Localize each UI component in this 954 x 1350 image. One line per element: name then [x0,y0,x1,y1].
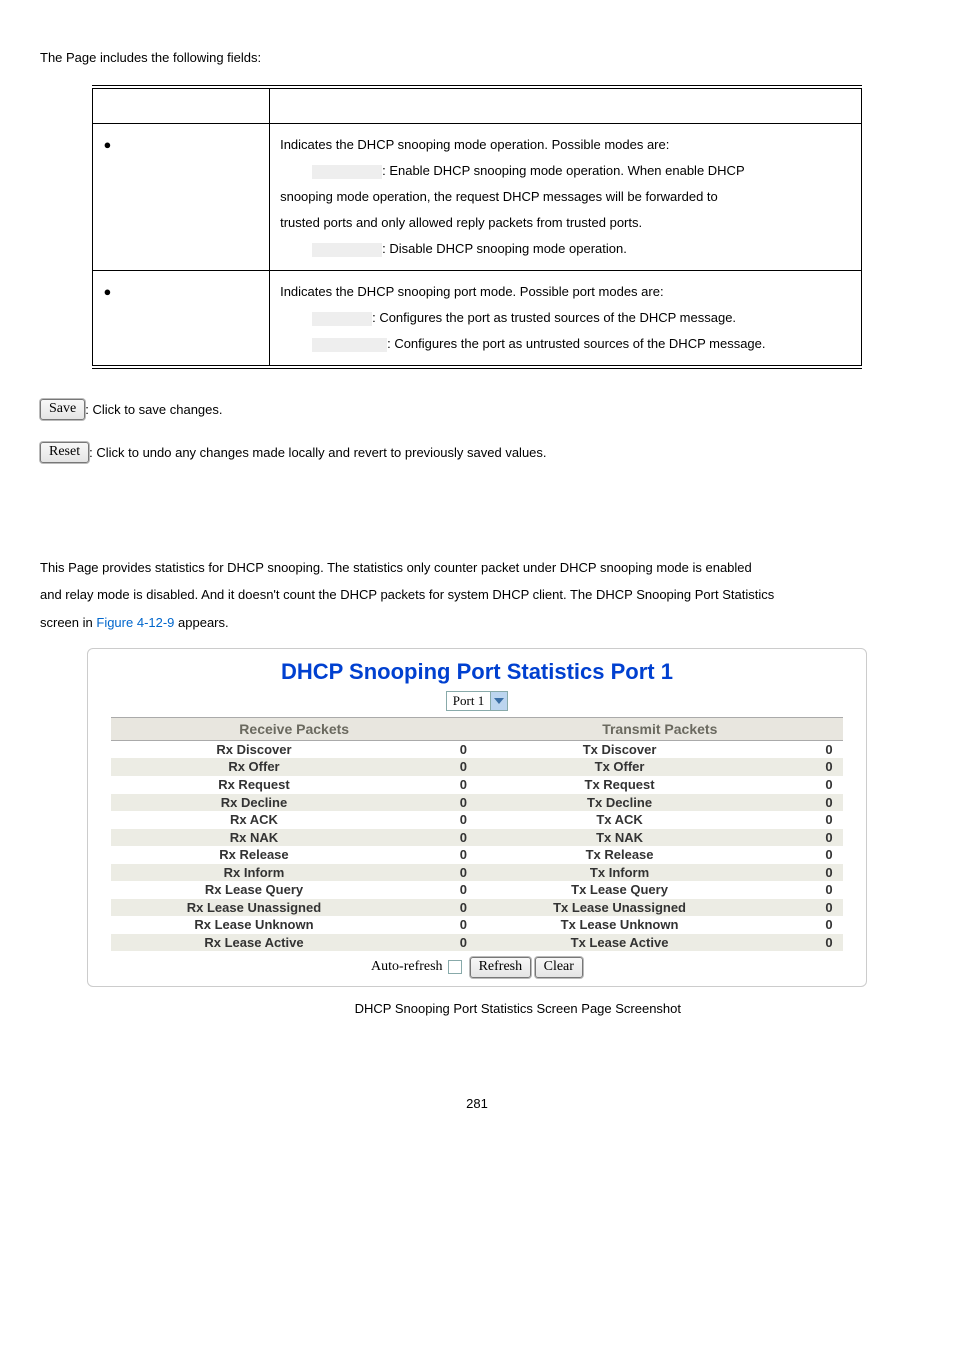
tx-value: 0 [762,794,842,812]
tx-label: Tx Inform [477,864,762,882]
stats-panel: DHCP Snooping Port Statistics Port 1 Por… [87,648,867,988]
field-object-port-mode: ●Port Mode [93,271,270,368]
table-row: Rx ACK0Tx ACK0 [111,811,842,829]
rx-value: 0 [397,829,477,847]
rx-value: 0 [397,916,477,934]
rx-label: Rx Decline [111,794,396,812]
figure-caption: Figure 4-12-9 DHCP Snooping Port Statist… [40,1001,914,1016]
table-row: Rx Release0Tx Release0 [111,846,842,864]
rx-label: Rx ACK [111,811,396,829]
table-row: Rx Request0Tx Request0 [111,776,842,794]
rx-label: Rx Inform [111,864,396,882]
figure-ref: Figure 4-12-9 [96,615,174,630]
rx-header: Receive Packets [111,717,477,740]
chevron-down-icon [490,692,507,710]
rx-value: 0 [397,899,477,917]
field-desc-port-mode: Indicates the DHCP snooping port mode. P… [270,271,861,368]
rx-value: 0 [397,846,477,864]
tx-label: Tx Lease Active [477,934,762,952]
rx-label: Rx Lease Unknown [111,916,396,934]
tx-label: Tx Lease Query [477,881,762,899]
port-select[interactable]: Port 1 [446,691,508,711]
tx-value: 0 [762,881,842,899]
stats-table: Receive Packets Transmit Packets Rx Disc… [111,717,842,952]
auto-refresh-label: Auto-refresh [371,959,443,974]
auto-refresh-checkbox[interactable] [448,960,462,974]
page-number: 281 [40,1096,914,1111]
tx-label: Tx ACK [477,811,762,829]
rx-label: Rx Offer [111,758,396,776]
rx-value: 0 [397,776,477,794]
tx-value: 0 [762,916,842,934]
fields-table: Object Description ●Snooping Mode Indica… [92,85,861,369]
fields-header-description: Description [270,87,861,124]
tx-label: Tx Lease Unknown [477,916,762,934]
tx-value: 0 [762,740,842,758]
tx-value: 0 [762,776,842,794]
rx-value: 0 [397,934,477,952]
tx-value: 0 [762,846,842,864]
table-row: Rx Decline0Tx Decline0 [111,794,842,812]
option-disabled-box [312,243,382,257]
tx-label: Tx Lease Unassigned [477,899,762,917]
rx-label: Rx Release [111,846,396,864]
rx-label: Rx Request [111,776,396,794]
option-trusted-box [312,312,372,326]
tx-value: 0 [762,811,842,829]
intro-text: The Page includes the following fields: [40,50,914,65]
fields-header-object: Object [93,87,270,124]
tx-value: 0 [762,829,842,847]
rx-value: 0 [397,794,477,812]
rx-label: Rx Discover [111,740,396,758]
field-desc-snooping-mode: Indicates the DHCP snooping mode operati… [270,124,861,271]
rx-value: 0 [397,758,477,776]
reset-desc: : Click to undo any changes made locally… [89,445,546,460]
rx-value: 0 [397,881,477,899]
tx-value: 0 [762,758,842,776]
rx-value: 0 [397,864,477,882]
table-row: Rx NAK0Tx NAK0 [111,829,842,847]
tx-label: Tx Release [477,846,762,864]
stats-intro: This Page provides statistics for DHCP s… [40,554,914,636]
rx-value: 0 [397,740,477,758]
clear-button[interactable]: Clear [535,957,583,978]
tx-value: 0 [762,899,842,917]
rx-value: 0 [397,811,477,829]
option-enabled-box [312,165,382,179]
table-row: Rx Inform0Tx Inform0 [111,864,842,882]
table-row: Rx Offer0Tx Offer0 [111,758,842,776]
table-row: Rx Lease Active0Tx Lease Active0 [111,934,842,952]
table-row: Rx Discover0Tx Discover0 [111,740,842,758]
rx-label: Rx NAK [111,829,396,847]
refresh-button[interactable]: Refresh [470,957,532,978]
tx-value: 0 [762,934,842,952]
rx-label: Rx Lease Query [111,881,396,899]
tx-header: Transmit Packets [477,717,843,740]
tx-label: Tx Discover [477,740,762,758]
tx-label: Tx NAK [477,829,762,847]
save-button[interactable]: Save [40,399,85,420]
option-untrusted-box [312,338,387,352]
save-desc: : Click to save changes. [85,402,222,417]
table-row: Rx Lease Unassigned0Tx Lease Unassigned0 [111,899,842,917]
tx-value: 0 [762,864,842,882]
reset-button[interactable]: Reset [40,442,89,463]
tx-label: Tx Request [477,776,762,794]
field-object-snooping-mode: ●Snooping Mode [93,124,270,271]
table-row: Rx Lease Query0Tx Lease Query0 [111,881,842,899]
section-heading: 4.12.5 DHCP Snooping Statistics [40,513,914,536]
table-row: Rx Lease Unknown0Tx Lease Unknown0 [111,916,842,934]
tx-label: Tx Offer [477,758,762,776]
rx-label: Rx Lease Unassigned [111,899,396,917]
tx-label: Tx Decline [477,794,762,812]
rx-label: Rx Lease Active [111,934,396,952]
stats-title: DHCP Snooping Port Statistics Port 1 [88,655,866,689]
